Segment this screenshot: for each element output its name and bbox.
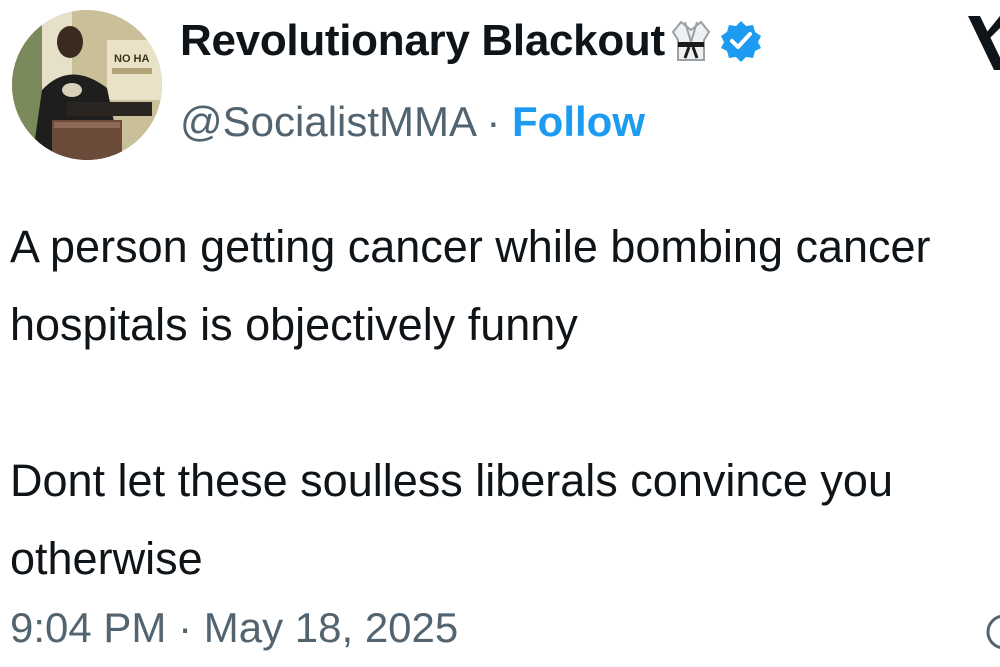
- follow-button[interactable]: Follow: [512, 98, 645, 145]
- x-logo-icon[interactable]: [966, 12, 1000, 74]
- handle[interactable]: @SocialistMMA: [180, 98, 475, 145]
- gi-icon: [671, 18, 711, 64]
- author-name-row[interactable]: Revolutionary Blackout: [180, 16, 763, 66]
- avatar-sign-text: NO HA: [114, 53, 150, 65]
- verified-icon[interactable]: [719, 19, 763, 63]
- tweet-date[interactable]: May 18, 2025: [204, 604, 459, 651]
- avatar[interactable]: NO HA: [12, 10, 162, 160]
- tweet-time[interactable]: 9:04 PM: [10, 604, 166, 651]
- display-name[interactable]: Revolutionary Blackout: [180, 16, 665, 66]
- avatar-photo: NO HA: [12, 10, 162, 160]
- handle-line: @SocialistMMA · Follow: [180, 98, 645, 146]
- tweet-timestamp[interactable]: 9:04 PM · May 18, 2025: [10, 604, 458, 652]
- info-icon[interactable]: [984, 612, 1000, 652]
- timestamp-separator: ·: [166, 604, 204, 651]
- tweet-text: A person getting cancer while bombing ca…: [10, 221, 931, 584]
- handle-separator: ·: [474, 98, 513, 145]
